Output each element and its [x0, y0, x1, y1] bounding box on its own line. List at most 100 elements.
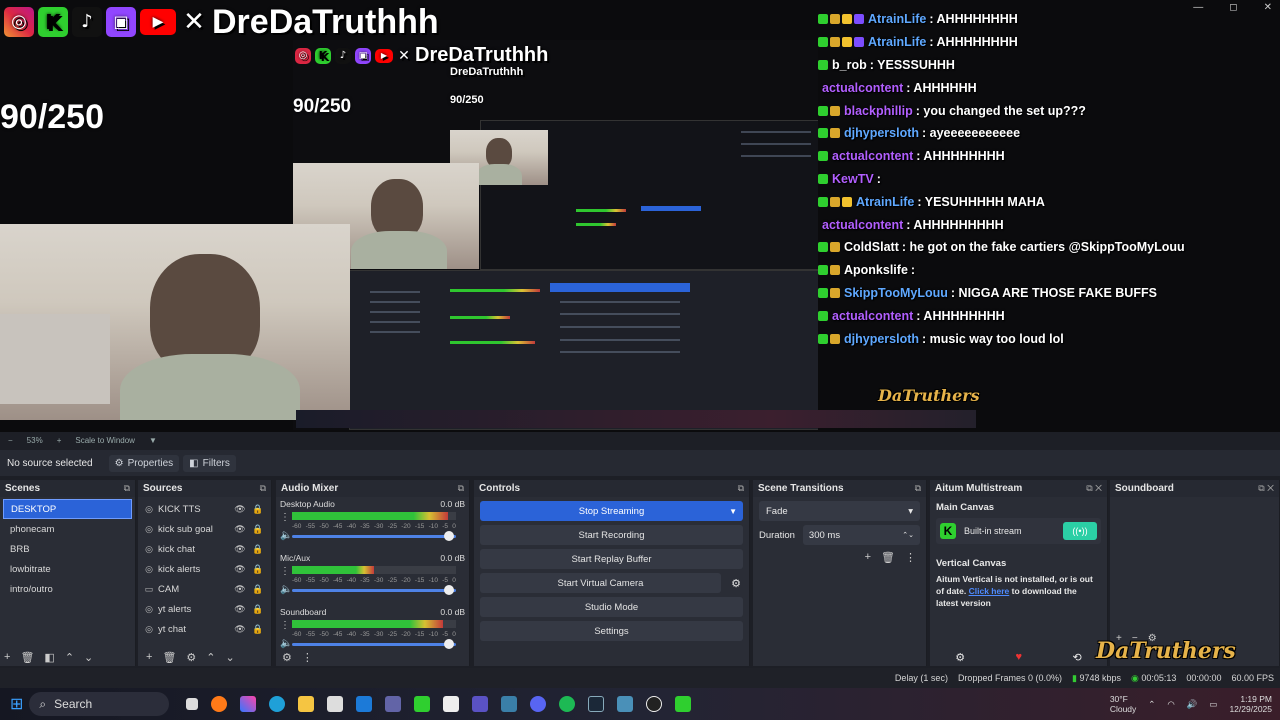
- channel-options-icon[interactable]: ⋮: [280, 566, 290, 577]
- transition-select[interactable]: Fade ▾: [759, 501, 920, 521]
- start-replay-buffer-button[interactable]: Start Replay Buffer: [480, 549, 743, 569]
- close-icon[interactable]: ✕: [1095, 483, 1102, 493]
- zoom-dropdown-icon[interactable]: ▼: [149, 436, 157, 445]
- visibility-eye-icon[interactable]: 👁: [233, 504, 247, 515]
- weather-widget[interactable]: 30°F Cloudy: [1110, 694, 1136, 714]
- scale-to-window[interactable]: Scale to Window: [75, 436, 135, 445]
- undock-icon[interactable]: ⧉: [1258, 483, 1264, 493]
- clock[interactable]: 1:19 PM 12/29/2025: [1229, 694, 1272, 714]
- edge-icon[interactable]: [268, 696, 285, 712]
- scene-item[interactable]: lowbitrate: [3, 559, 132, 579]
- volume-slider[interactable]: [292, 589, 456, 592]
- firefox-icon[interactable]: [210, 696, 227, 712]
- trash-icon[interactable]: 🗑: [881, 551, 895, 564]
- minimize-button[interactable]: —: [1193, 2, 1203, 13]
- source-item[interactable]: ◎ kick sub goal 👁 🔒: [138, 519, 271, 539]
- duration-spinbox[interactable]: 300 ms ⌃⌄: [802, 525, 920, 545]
- visibility-eye-icon[interactable]: 👁: [233, 604, 247, 615]
- virtual-camera-gear-icon[interactable]: ⚙: [725, 573, 747, 593]
- source-item[interactable]: ◎ yt alerts 👁 🔒: [138, 599, 271, 619]
- volume-icon[interactable]: 🔊: [1187, 699, 1198, 710]
- sync-icon[interactable]: ⟲: [1073, 651, 1082, 664]
- trash-icon[interactable]: 🗑: [162, 651, 176, 664]
- lock-icon[interactable]: 🔒: [251, 584, 265, 595]
- zoom-plus-icon[interactable]: +: [57, 436, 62, 445]
- gear-icon[interactable]: ⚙: [955, 651, 965, 664]
- lock-icon[interactable]: 🔒: [251, 544, 265, 555]
- add-icon[interactable]: +: [146, 651, 152, 664]
- speaker-icon[interactable]: 🔈: [280, 584, 292, 595]
- trash-icon[interactable]: 🗑: [20, 651, 34, 664]
- network-app-icon[interactable]: [500, 696, 517, 712]
- wifi-icon[interactable]: ◠: [1167, 699, 1174, 710]
- source-item[interactable]: ◎ kick chat 👁 🔒: [138, 539, 271, 559]
- scene-item[interactable]: intro/outro: [3, 579, 132, 599]
- file-explorer-icon[interactable]: [297, 696, 314, 712]
- capture-app-icon[interactable]: [616, 696, 633, 712]
- move-down-icon[interactable]: ⌄: [226, 651, 235, 664]
- undock-icon[interactable]: ⧉: [738, 483, 744, 494]
- taskbar-search[interactable]: ⌕ Search: [29, 692, 170, 716]
- studio-mode-button[interactable]: Studio Mode: [480, 597, 743, 617]
- windows-start-icon[interactable]: ⊞: [10, 694, 23, 714]
- source-item[interactable]: ◎ yt chat 👁 🔒: [138, 619, 271, 639]
- close-icon[interactable]: ✕: [1267, 483, 1274, 493]
- lock-icon[interactable]: 🔒: [251, 564, 265, 575]
- undock-icon[interactable]: ⧉: [260, 483, 266, 494]
- volume-slider-knob[interactable]: [444, 531, 454, 541]
- source-item[interactable]: ▭ CAM 👁 🔒: [138, 579, 271, 599]
- copilot-icon[interactable]: [239, 696, 256, 712]
- task-view-icon[interactable]: [185, 698, 198, 710]
- outlook-icon[interactable]: [355, 696, 372, 712]
- zoom-minus-icon[interactable]: −: [8, 436, 13, 445]
- visibility-eye-icon[interactable]: 👁: [233, 584, 247, 595]
- add-icon[interactable]: +: [4, 651, 10, 664]
- start-recording-button[interactable]: Start Recording: [480, 525, 743, 545]
- undock-icon[interactable]: ⧉: [915, 483, 921, 494]
- scene-item[interactable]: DESKTOP: [3, 499, 132, 519]
- gear-icon[interactable]: ⚙: [186, 651, 196, 664]
- speaker-icon[interactable]: 🔈: [280, 530, 292, 541]
- volume-slider-knob[interactable]: [444, 639, 454, 649]
- channel-options-icon[interactable]: ⋮: [280, 620, 290, 631]
- more-options-icon[interactable]: ⋮: [302, 651, 313, 664]
- lock-icon[interactable]: 🔒: [251, 504, 265, 515]
- source-item[interactable]: ◎ kick alerts 👁 🔒: [138, 559, 271, 579]
- visibility-eye-icon[interactable]: 👁: [233, 624, 247, 635]
- move-up-icon[interactable]: ⌃: [65, 651, 74, 664]
- start-virtual-camera-button[interactable]: Start Virtual Camera ⚙: [480, 573, 741, 593]
- filter-icon[interactable]: ◧: [44, 651, 54, 664]
- settings-button[interactable]: Settings: [480, 621, 743, 641]
- kick-icon[interactable]: [413, 696, 430, 712]
- maximize-button[interactable]: ◻: [1229, 2, 1237, 13]
- move-up-icon[interactable]: ⌃: [206, 651, 215, 664]
- heart-icon[interactable]: ♥: [1016, 651, 1023, 664]
- mixer-settings-icon[interactable]: ⚙: [282, 651, 292, 664]
- stop-streaming-button[interactable]: Stop Streaming ▼: [480, 501, 743, 521]
- move-down-icon[interactable]: ⌄: [84, 651, 93, 664]
- channel-options-icon[interactable]: ⋮: [280, 512, 290, 523]
- lock-icon[interactable]: 🔒: [251, 624, 265, 635]
- visibility-eye-icon[interactable]: 👁: [233, 524, 247, 535]
- kick-app-icon[interactable]: [674, 696, 691, 712]
- obs-studio-icon[interactable]: [645, 696, 662, 712]
- spin-arrows-icon[interactable]: ⌃⌄: [902, 531, 914, 539]
- stream-toggle[interactable]: ((•)): [1063, 522, 1097, 540]
- store-icon[interactable]: [326, 696, 343, 712]
- volume-slider-knob[interactable]: [444, 585, 454, 595]
- spotify-icon[interactable]: [558, 696, 575, 712]
- volume-slider[interactable]: [292, 643, 456, 646]
- obs-app-icon[interactable]: [471, 696, 488, 712]
- battery-icon[interactable]: ▭: [1209, 699, 1217, 710]
- lock-icon[interactable]: 🔒: [251, 524, 265, 535]
- more-options-icon[interactable]: ⋮: [905, 551, 916, 564]
- speaker-icon[interactable]: 🔈: [280, 638, 292, 649]
- visibility-eye-icon[interactable]: 👁: [233, 544, 247, 555]
- scene-item[interactable]: BRB: [3, 539, 132, 559]
- steam-icon[interactable]: [587, 696, 604, 712]
- discord-icon[interactable]: [529, 696, 546, 712]
- app-icon[interactable]: [442, 696, 459, 712]
- close-button[interactable]: ✕: [1264, 2, 1272, 13]
- chevron-down-icon[interactable]: ▼: [729, 507, 737, 516]
- download-link[interactable]: Click here: [969, 586, 1010, 596]
